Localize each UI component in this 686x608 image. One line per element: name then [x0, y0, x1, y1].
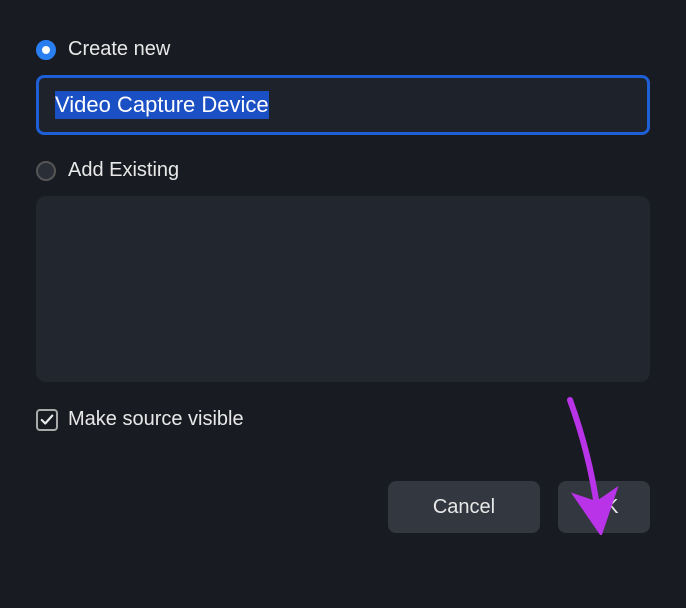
source-name-input[interactable]: Video Capture Device — [36, 75, 650, 135]
ok-button[interactable]: OK — [558, 481, 650, 533]
create-new-label: Create new — [68, 38, 170, 61]
make-visible-label: Make source visible — [68, 408, 244, 431]
radio-dot-icon — [42, 46, 50, 54]
radio-add-existing[interactable] — [36, 161, 56, 181]
make-visible-checkbox[interactable] — [36, 409, 58, 431]
checkmark-icon — [40, 413, 54, 427]
radio-create-new[interactable] — [36, 40, 56, 60]
existing-sources-list[interactable] — [36, 196, 650, 382]
source-name-text: Video Capture Device — [55, 91, 269, 119]
add-existing-label: Add Existing — [68, 159, 179, 182]
cancel-button[interactable]: Cancel — [388, 481, 540, 533]
